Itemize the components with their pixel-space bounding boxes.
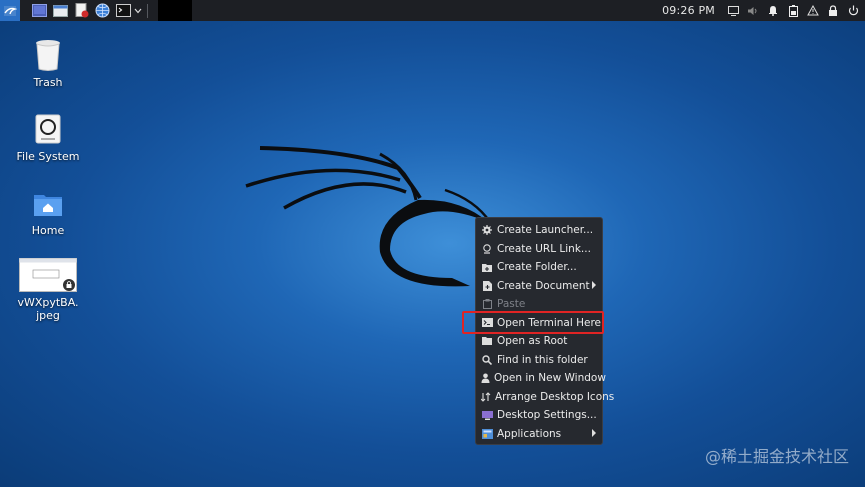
terminal-dropdown-button[interactable] (133, 1, 143, 20)
power-tray[interactable] (783, 0, 803, 21)
menu-item-open-in-new-window[interactable]: Open in New Window (476, 369, 606, 388)
menu-item-arrange-desktop-icons[interactable]: Arrange Desktop Icons (476, 388, 614, 407)
logout-icon (848, 5, 858, 16)
lock-icon (829, 5, 837, 16)
menu-item-open-as-root[interactable]: Open as Root (476, 332, 602, 351)
document-icon (481, 280, 493, 292)
menu-item-paste[interactable]: Paste (476, 295, 602, 314)
menu-item-label: Find in this folder (497, 353, 588, 366)
desktop-icon-file-system[interactable]: File System (13, 112, 83, 163)
text-editor-icon (75, 3, 88, 18)
desktop-icon-label: File System (16, 150, 80, 163)
panel-separator (147, 3, 148, 18)
terminal-button[interactable] (114, 1, 133, 20)
desktop-icon-trash[interactable]: Trash (13, 38, 83, 89)
folder-icon (481, 335, 493, 347)
menu-item-create-folder[interactable]: Create Folder... (476, 258, 602, 277)
kali-menu-button[interactable] (0, 0, 20, 21)
watermark-text: @稀土掘金技术社区 (704, 447, 849, 466)
globe-icon (95, 3, 110, 18)
terminal-icon (116, 4, 131, 17)
notifications-tray[interactable] (763, 0, 783, 21)
paste-icon (481, 298, 493, 310)
monitor-icon (481, 409, 493, 421)
file-manager-button[interactable] (51, 1, 70, 20)
battery-icon (788, 4, 798, 17)
menu-item-label: Desktop Settings... (497, 409, 597, 422)
applications-icon (481, 428, 493, 440)
link-icon (481, 243, 493, 255)
menu-item-label: Open as Root (497, 335, 568, 348)
menu-item-label: Arrange Desktop Icons (495, 390, 615, 403)
volume-tray[interactable] (743, 0, 763, 21)
arrange-icon (481, 391, 491, 403)
bell-icon (769, 6, 777, 16)
image-thumbnail-icon (19, 258, 77, 292)
menu-item-create-document[interactable]: Create Document (476, 277, 602, 296)
menu-item-label: Open in New Window (494, 372, 606, 385)
text-editor-button[interactable] (72, 1, 91, 20)
menu-item-label: Create Folder... (497, 261, 577, 274)
top-panel: 09:26 PM (0, 0, 865, 21)
desktop-icon-label: Home (31, 224, 65, 237)
user-icon (481, 372, 490, 384)
menu-item-label: Paste (497, 298, 526, 311)
clock[interactable]: 09:26 PM (662, 4, 715, 17)
desktop-icon-image-file[interactable]: vWXpytBA.jpeg (13, 258, 83, 322)
menu-item-create-launcher[interactable]: Create Launcher... (476, 221, 602, 240)
trash-icon (36, 40, 60, 71)
kali-logo-icon (4, 5, 17, 16)
show-desktop-button[interactable] (30, 1, 49, 20)
panel-launchers (0, 0, 192, 21)
web-browser-button[interactable] (93, 1, 112, 20)
menu-item-label: Create Launcher... (497, 224, 594, 237)
desktop-context-menu: Create Launcher... Create URL Link... Cr… (475, 217, 614, 445)
logout-button[interactable] (843, 0, 863, 21)
chevron-down-icon (134, 8, 142, 13)
display-tray[interactable] (723, 0, 743, 21)
files-icon (53, 5, 68, 17)
desktop-icon-label: vWXpytBA.jpeg (17, 296, 79, 322)
submenu-arrow-icon (592, 280, 596, 289)
terminal-icon (481, 317, 493, 329)
monitor-icon (727, 5, 739, 16)
menu-item-open-terminal-here[interactable]: Open Terminal Here (476, 314, 602, 333)
gear-icon (481, 224, 493, 236)
menu-item-label: Applications (497, 427, 562, 440)
menu-item-desktop-settings[interactable]: Desktop Settings... (476, 406, 602, 425)
search-icon (481, 354, 493, 366)
desktop-icon-home[interactable]: Home (13, 188, 83, 237)
active-window-button[interactable] (158, 0, 192, 21)
network-alert-icon (807, 5, 819, 16)
menu-item-create-url-link[interactable]: Create URL Link... (476, 240, 602, 259)
folder-plus-icon (481, 261, 493, 273)
menu-item-find-in-folder[interactable]: Find in this folder (476, 351, 602, 370)
home-folder-icon (34, 195, 62, 216)
menu-item-label: Create Document (497, 279, 590, 292)
lock-screen-button[interactable] (823, 0, 843, 21)
speaker-muted-icon (748, 6, 757, 15)
kali-dragon-wallpaper (245, 146, 492, 287)
desktop-icon-label: Trash (33, 76, 63, 89)
submenu-arrow-icon (592, 428, 596, 437)
panel-tray: 09:26 PM (662, 0, 865, 21)
menu-item-label: Open Terminal Here (497, 316, 601, 329)
network-tray[interactable] (803, 0, 823, 21)
menu-item-label: Create URL Link... (497, 242, 591, 255)
desktop-icon (32, 4, 47, 17)
drive-icon (35, 114, 61, 144)
menu-item-applications[interactable]: Applications (476, 425, 602, 444)
